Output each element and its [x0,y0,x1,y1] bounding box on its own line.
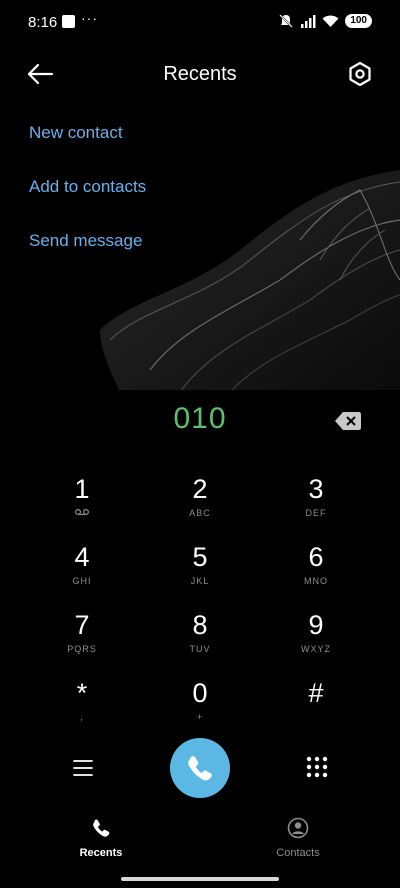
key-letters: DEF [305,508,327,518]
key-digit: 2 [192,474,208,504]
tab-recents-label: Recents [79,847,123,859]
key-8[interactable]: 8 TUV [145,610,255,670]
key-digit: 0 [192,678,208,708]
phone-icon [188,756,212,781]
key-digit: 5 [192,542,208,572]
key-letters [261,712,371,724]
key-digit: 3 [308,474,324,504]
send-message-link[interactable]: Send message [29,231,142,251]
key-3[interactable]: 3 DEF [261,474,371,534]
tab-contacts-label: Contacts [276,847,320,859]
battery-icon: 100 [345,14,372,28]
signal-icon [301,15,316,28]
key-letters: TUV [189,644,211,654]
key-digit: 6 [308,542,324,572]
tab-contacts[interactable]: Contacts [248,817,348,859]
key-letters: PQRS [67,644,97,654]
add-to-contacts-link[interactable]: Add to contacts [29,177,146,197]
key-star[interactable]: * , [27,678,137,738]
key-6[interactable]: 6 MNO [261,542,371,602]
tab-recents[interactable]: Recents [51,817,151,859]
status-bar: 8:16 ··· 100 [0,0,400,44]
mute-icon [279,14,294,28]
wallpaper-art [100,170,400,392]
key-letters: MNO [304,576,328,586]
key-7[interactable]: 7 PQRS [27,610,137,670]
key-9[interactable]: 9 WXYZ [261,610,371,670]
key-hash[interactable]: # [261,678,371,738]
voicemail-icon [27,508,137,520]
backspace-button[interactable] [334,410,362,432]
status-icons: 100 [278,13,372,29]
notification-icon [62,15,75,28]
key-letters: + [196,712,204,722]
key-digit: 4 [74,542,90,572]
key-4[interactable]: 4 GHI [27,542,137,602]
key-digit: 1 [74,474,90,504]
bottom-navigation: Recents Contacts [0,815,400,865]
key-letters: JKL [190,576,210,586]
key-letters: , [80,712,84,722]
key-0[interactable]: 0 + [145,678,255,738]
header: Recents [0,50,400,98]
settings-icon [349,61,371,87]
key-5[interactable]: 5 JKL [145,542,255,602]
key-digit: # [308,678,324,708]
menu-icon [73,760,93,776]
key-letters: WXYZ [301,644,331,654]
new-contact-link[interactable]: New contact [29,123,123,143]
status-time: 8:16 [28,14,58,31]
phone-icon [93,819,110,837]
key-digit: 9 [308,610,324,640]
key-2[interactable]: 2 ABC [145,474,255,534]
more-notifications-indicator: ··· [81,10,98,26]
key-letters: GHI [72,576,92,586]
key-digit: 7 [74,610,90,640]
key-digit: * [76,678,88,708]
wifi-icon [322,15,339,27]
page-title: Recents [163,63,237,85]
dialpad-toggle-button[interactable] [304,754,330,780]
key-1[interactable]: 1 [27,474,137,534]
backspace-icon [335,412,361,430]
key-digit: 8 [192,610,208,640]
settings-button[interactable] [346,60,374,88]
call-button[interactable] [170,738,230,798]
dialer-controls [0,738,400,798]
key-letters: ABC [189,508,211,518]
menu-button[interactable] [70,756,96,780]
home-indicator[interactable] [121,877,279,881]
dialpad-icon [306,756,328,778]
contact-icon [287,817,309,839]
